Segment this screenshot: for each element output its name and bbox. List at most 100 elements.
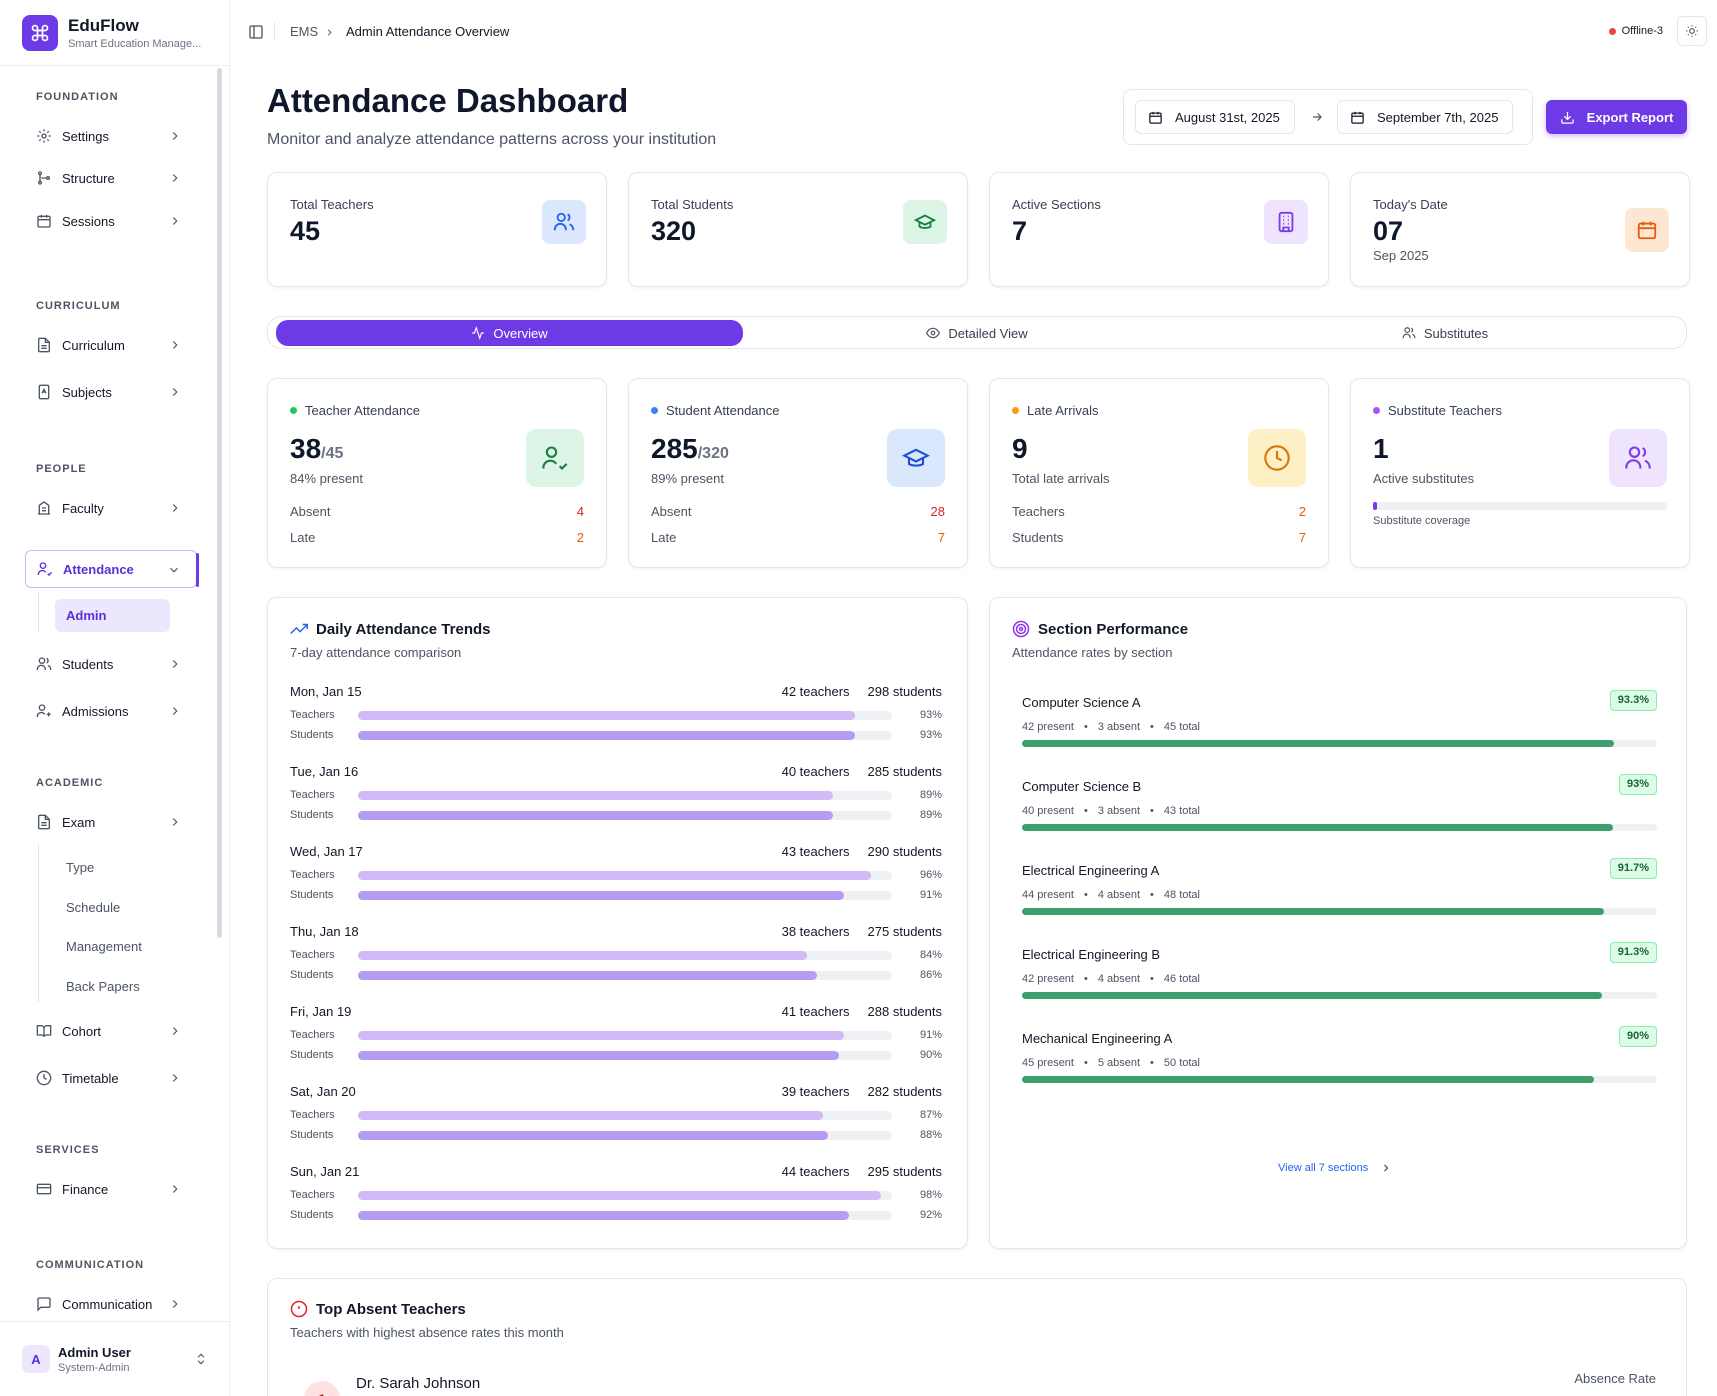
trend-day-header: Sun, Jan 21 44 teachers 295 students xyxy=(290,1164,942,1184)
sidebar-item-cohort[interactable]: Cohort xyxy=(25,1012,197,1050)
graduation-cap-icon xyxy=(887,429,945,487)
arrow-right-icon xyxy=(1312,113,1322,121)
calendar-icon xyxy=(37,215,51,228)
users-icon xyxy=(542,200,586,244)
student-count: 275 students xyxy=(867,924,942,939)
teacher-percent: 91% xyxy=(919,1029,942,1041)
section-meta: 40 present • 3 absent • 43 total xyxy=(1022,805,1200,817)
brand[interactable]: EduFlow Smart Education Manage... xyxy=(0,0,229,66)
sidebar-item-label: Finance xyxy=(62,1181,109,1197)
absent-count: 4 absent xyxy=(1097,973,1141,985)
section-name: Electrical Engineering A xyxy=(1022,863,1160,878)
total-count: 43 total xyxy=(1163,805,1200,817)
late-students-row: Students 7 xyxy=(1012,530,1306,545)
user-check-icon xyxy=(526,429,584,487)
tab-substitutes[interactable]: Substitutes xyxy=(1211,320,1679,346)
absent-count: 3 absent xyxy=(1097,721,1141,733)
sidebar-item-communication[interactable]: Communication xyxy=(25,1285,197,1321)
absent-value: 4 xyxy=(576,504,584,519)
section-meta: 42 present • 4 absent • 46 total xyxy=(1022,973,1200,985)
rate-fill xyxy=(1022,740,1615,747)
trend-day-label: Wed, Jan 17 xyxy=(290,844,363,859)
sidebar-item-faculty[interactable]: Faculty xyxy=(25,489,197,527)
sidebar-item-sessions[interactable]: Sessions xyxy=(25,202,197,240)
sidebar-item-subjects[interactable]: Subjects xyxy=(25,373,197,411)
chevron-right-icon xyxy=(1384,1164,1389,1172)
export-report-button[interactable]: Export Report xyxy=(1546,100,1687,134)
sidebar-subitem-schedule[interactable]: Schedule xyxy=(66,900,120,915)
target-icon xyxy=(1012,620,1030,638)
bar-label: Students xyxy=(290,1209,334,1221)
trend-day: Fri, Jan 19 41 teachers 288 students Teache… xyxy=(290,1004,942,1084)
users-icon xyxy=(36,657,52,670)
section-meta: 44 present • 4 absent • 48 total xyxy=(1022,889,1200,901)
bullet: • xyxy=(1150,889,1154,901)
sidebar-subitem-back-papers[interactable]: Back Papers xyxy=(66,979,140,994)
sidebar-subitem-type[interactable]: Type xyxy=(66,860,94,875)
teacher-percent: 89% xyxy=(919,789,942,801)
row-label: Students xyxy=(1012,530,1064,545)
sidebar-item-settings[interactable]: Settings xyxy=(25,117,197,155)
rate-badge: 91.7% xyxy=(1609,858,1657,879)
teacher-bar-row: Teachers 87% xyxy=(290,1108,942,1122)
date-from-button[interactable]: August 31st, 2025 xyxy=(1135,100,1295,134)
chevron-right-icon xyxy=(172,660,178,668)
status-dot xyxy=(1373,407,1380,414)
tab-overview[interactable]: Overview xyxy=(276,320,743,346)
student-bar-row: Students 91% xyxy=(290,888,942,902)
bullet: • xyxy=(1083,973,1088,985)
sidebar-item-structure[interactable]: Structure xyxy=(25,159,197,197)
bar-label: Teachers xyxy=(290,869,335,881)
trend-day-counts: 42 teachers 298 students xyxy=(782,684,942,704)
chevrons-up-down-icon xyxy=(197,1353,205,1365)
coverage-fill xyxy=(1373,502,1377,510)
sidebar-item-exam[interactable]: Exam xyxy=(25,803,197,841)
sidebar-item-admissions[interactable]: Admissions xyxy=(25,692,197,730)
section-row[interactable]: Computer Science B 93% 40 present • 3 absent… xyxy=(1022,774,1657,849)
section-row[interactable]: Electrical Engineering A 91.7% 44 present •… xyxy=(1022,858,1657,933)
trend-day-label: Tue, Jan 16 xyxy=(290,764,359,779)
sidebar-subitem-admin[interactable]: Admin xyxy=(55,599,170,632)
calendar-icon xyxy=(1351,111,1364,124)
sidebar-item-students[interactable]: Students xyxy=(25,645,197,683)
stat-value: 7 xyxy=(1012,216,1028,246)
tab-detailed-view[interactable]: Detailed View xyxy=(743,320,1211,346)
section-row[interactable]: Computer Science A 93.3% 42 present • 3 abse… xyxy=(1022,690,1657,765)
sidebar-item-curriculum[interactable]: Curriculum xyxy=(25,326,197,364)
chevron-right-icon xyxy=(172,341,178,349)
card-title: Teacher Attendance xyxy=(305,403,420,418)
panel-title: Daily Attendance Trends xyxy=(290,620,491,638)
user-menu[interactable]: A Admin User System-Admin xyxy=(0,1321,230,1396)
student-bar-row: Students 89% xyxy=(290,808,942,822)
trend-day-header: Sat, Jan 20 39 teachers 282 students xyxy=(290,1084,942,1104)
trend-day-header: Mon, Jan 15 42 teachers 298 students xyxy=(290,684,942,704)
teacher-bar-fill xyxy=(358,790,834,800)
student-bar-fill xyxy=(358,970,818,980)
substitute-count: 1 xyxy=(1373,433,1389,464)
section-row[interactable]: Mechanical Engineering A 90% 45 present • 5 … xyxy=(1022,1026,1657,1101)
section-row[interactable]: Electrical Engineering B 91.3% 42 present •… xyxy=(1022,942,1657,1017)
view-all-sections-link[interactable]: View all 7 sections xyxy=(1278,1162,1392,1174)
late-sub: Total late arrivals xyxy=(1012,471,1110,486)
sidebar-subitem-management[interactable]: Management xyxy=(66,939,142,954)
trend-day-header: Thu, Jan 18 38 teachers 275 students xyxy=(290,924,942,944)
sidebar-item-timetable[interactable]: Timetable xyxy=(25,1059,197,1097)
bar-track xyxy=(358,890,892,900)
date-range-picker: August 31st, 2025 September 7th, 2025 xyxy=(1123,89,1533,145)
breadcrumb-ems[interactable]: EMS xyxy=(290,24,318,39)
user-role: System-Admin xyxy=(58,1361,130,1374)
chevron-right-icon xyxy=(172,707,178,715)
date-to-button[interactable]: September 7th, 2025 xyxy=(1337,100,1514,134)
building-icon xyxy=(38,501,50,515)
sidebar-toggle-icon[interactable] xyxy=(248,24,264,40)
theme-toggle-button[interactable] xyxy=(1677,16,1707,46)
card-title: Student Attendance xyxy=(666,403,780,418)
teacher-name[interactable]: Dr. Sarah Johnson xyxy=(356,1375,480,1392)
sidebar-item-attendance[interactable]: Attendance xyxy=(25,550,199,588)
teacher-percent: 87% xyxy=(919,1109,942,1121)
student-bar-row: Students 92% xyxy=(290,1208,942,1222)
main-content: EMS Admin Attendance Overview Offline-3 … xyxy=(230,0,1717,1396)
sidebar-item-finance[interactable]: Finance xyxy=(25,1170,197,1208)
sidebar-scrollbar[interactable] xyxy=(217,68,222,938)
bar-track xyxy=(358,710,892,720)
